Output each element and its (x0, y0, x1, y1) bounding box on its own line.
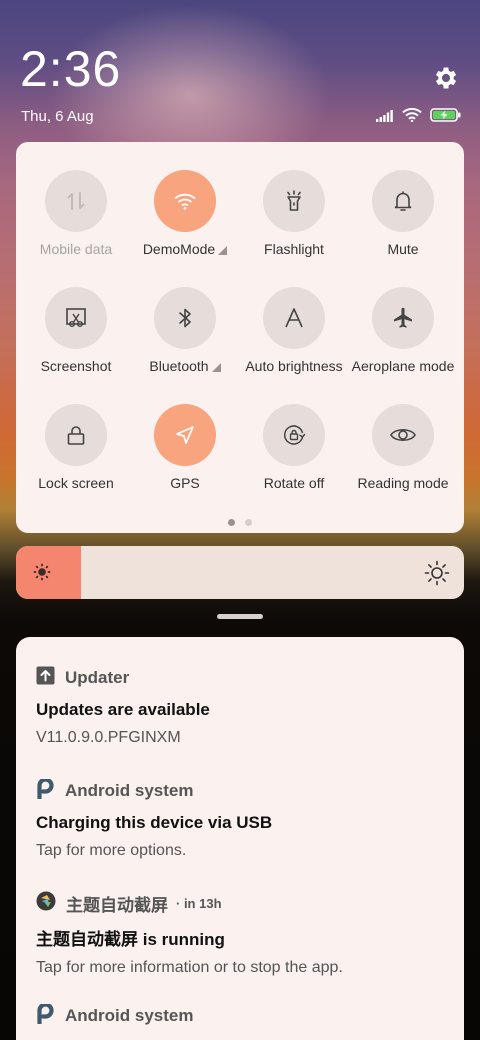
wifi-icon (402, 107, 422, 127)
location-icon (154, 404, 216, 466)
gear-icon[interactable] (432, 64, 460, 92)
tile-label: DemoMode (142, 241, 216, 257)
notification-body: V11.0.9.0.PFGINXM (36, 729, 181, 746)
tile-mobile-data[interactable]: Mobile data (21, 170, 131, 259)
bell-icon (372, 170, 434, 232)
eye-icon (372, 404, 434, 466)
tile-reading-mode[interactable]: Reading mode (348, 404, 458, 493)
app-name: Android system (65, 781, 194, 800)
date[interactable]: Thu, 6 Aug (21, 108, 94, 125)
brightness-slider[interactable] (16, 546, 464, 599)
notification-title: 主题自动截屏 is running (36, 930, 225, 949)
battery-charging-icon (430, 108, 462, 127)
notification-android-system-2[interactable]: Android system (36, 1001, 446, 1038)
drag-handle[interactable] (217, 614, 263, 619)
tile-demomode[interactable]: DemoMode (130, 170, 240, 259)
notification-time: · in 13h (176, 895, 222, 911)
tile-lock-screen[interactable]: Lock screen (21, 404, 131, 493)
signal-icon (376, 109, 394, 127)
tile-label: Aeroplane mode (351, 358, 455, 374)
expand-triangle-icon (211, 363, 221, 372)
tile-label: Mobile data (39, 241, 113, 257)
notification-panel: Updater Updates are available V11.0.9.0.… (16, 637, 464, 1040)
tile-label: Screenshot (40, 358, 112, 374)
tile-label: Flashlight (264, 241, 324, 257)
tile-auto-brightness[interactable]: Auto brightness (239, 287, 349, 376)
tile-label: Auto brightness (245, 358, 343, 374)
tile-label: Bluetooth (149, 358, 209, 374)
notification-body: Tap for more options. (36, 842, 187, 859)
tile-label: Reading mode (357, 475, 449, 491)
app-icon (36, 891, 56, 916)
screenshot-icon (45, 287, 107, 349)
android-system-icon (36, 1001, 55, 1029)
tile-bluetooth[interactable]: Bluetooth (130, 287, 240, 376)
updater-icon (36, 666, 55, 690)
page-indicator (228, 519, 252, 526)
clock[interactable]: 2:36 (20, 40, 121, 98)
rotate-lock-icon (263, 404, 325, 466)
notification-android-system[interactable]: Android system Charging this device via … (36, 776, 446, 860)
brightness-high-icon (424, 560, 450, 591)
android-system-icon (36, 776, 55, 804)
tile-label: Rotate off (263, 475, 325, 491)
bluetooth-icon (154, 287, 216, 349)
quick-settings-panel: Mobile data DemoMode Flashlight Mute Scr… (16, 142, 464, 533)
mobile-data-icon (45, 170, 107, 232)
auto-brightness-icon (263, 287, 325, 349)
wifi-icon (154, 170, 216, 232)
tile-label: GPS (170, 475, 200, 491)
tile-label: Mute (387, 241, 419, 257)
page-dot[interactable] (245, 519, 252, 526)
notification-title: Charging this device via USB (36, 813, 273, 832)
notification-body: Tap for more information or to stop the … (36, 959, 343, 976)
app-name: Updater (65, 668, 130, 687)
notification-auto-screenshot[interactable]: 主题自动截屏 · in 13h 主题自动截屏 is running Tap fo… (36, 891, 446, 977)
expand-triangle-icon (218, 246, 228, 255)
status-bar-icons (376, 107, 462, 127)
tile-mute[interactable]: Mute (348, 170, 458, 259)
notification-title: Updates are available (36, 700, 210, 719)
tile-rotate-off[interactable]: Rotate off (239, 404, 349, 493)
brightness-low-icon (32, 562, 52, 587)
tile-aeroplane-mode[interactable]: Aeroplane mode (348, 287, 458, 376)
notification-updater[interactable]: Updater Updates are available V11.0.9.0.… (36, 666, 446, 747)
tile-screenshot[interactable]: Screenshot (21, 287, 131, 376)
airplane-icon (372, 287, 434, 349)
flashlight-icon (263, 170, 325, 232)
tile-gps[interactable]: GPS (130, 404, 240, 493)
page-dot-active[interactable] (228, 519, 235, 526)
app-name: Android system (65, 1006, 194, 1025)
tile-label: Lock screen (38, 475, 114, 491)
lock-icon (45, 404, 107, 466)
app-name: 主题自动截屏 (66, 895, 168, 915)
tile-flashlight[interactable]: Flashlight (239, 170, 349, 259)
